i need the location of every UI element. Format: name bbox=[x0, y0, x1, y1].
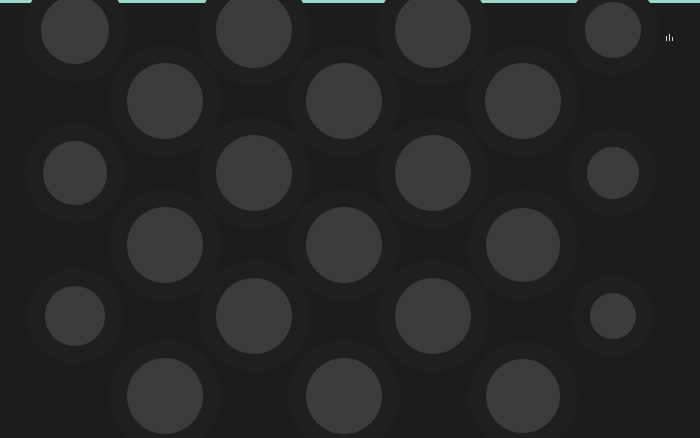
pattern-dot bbox=[306, 358, 382, 434]
pattern-dot bbox=[43, 141, 107, 205]
dot-pattern-canvas bbox=[0, 0, 700, 438]
pattern-dot bbox=[127, 207, 203, 283]
pattern-dot bbox=[306, 63, 382, 139]
pattern-dot bbox=[127, 63, 203, 139]
pattern-dot bbox=[395, 135, 471, 211]
bars-icon[interactable] bbox=[666, 34, 674, 41]
pattern-dot bbox=[590, 293, 636, 339]
pattern-dot bbox=[45, 286, 105, 346]
bar-1 bbox=[666, 36, 667, 41]
pattern-dot bbox=[486, 359, 560, 433]
pattern-dot bbox=[587, 147, 639, 199]
pattern-dot bbox=[485, 63, 561, 139]
pattern-dot bbox=[216, 135, 292, 211]
pattern-dot bbox=[395, 278, 471, 354]
pattern-dot bbox=[216, 278, 292, 354]
pattern-dot bbox=[585, 2, 641, 58]
pattern-dot bbox=[486, 208, 560, 282]
bar-2 bbox=[669, 34, 670, 41]
pattern-dot bbox=[306, 207, 382, 283]
bar-3 bbox=[672, 37, 673, 41]
pattern-dot bbox=[127, 358, 203, 434]
